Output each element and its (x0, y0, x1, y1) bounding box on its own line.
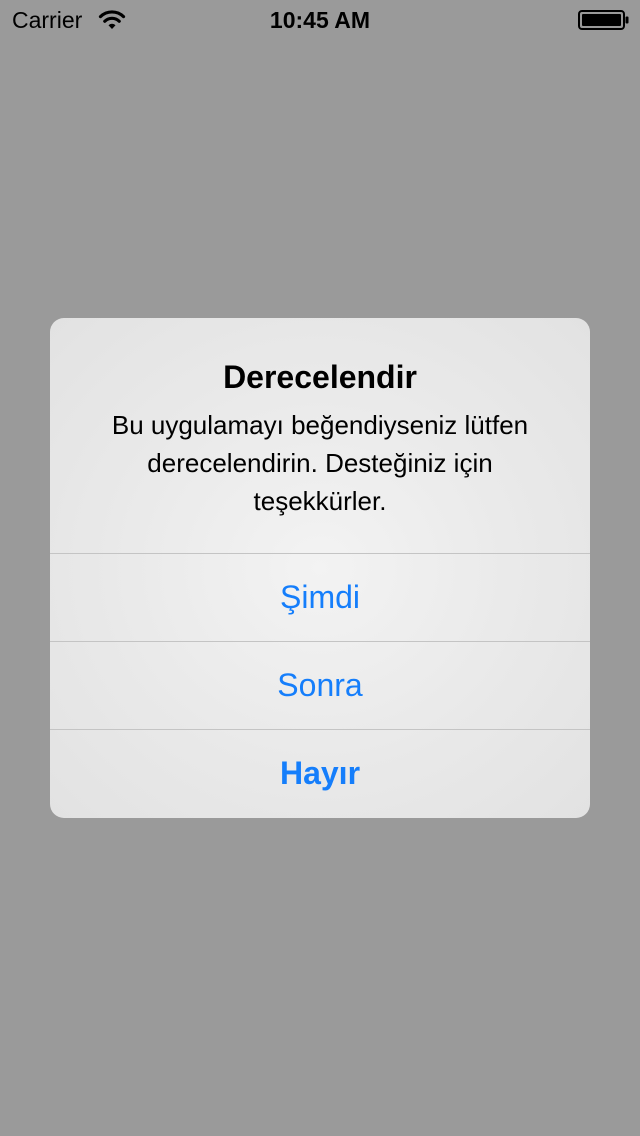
alert-message: Bu uygulamayı beğendiyseniz lütfen derec… (111, 410, 529, 516)
battery-icon (578, 10, 630, 30)
alert-title: Derecelendir (223, 359, 417, 395)
status-bar: Carrier 10:45 AM (0, 0, 640, 40)
rate-later-button[interactable]: Sonra (50, 641, 590, 729)
alert-body: Derecelendir Bu uygulamayı beğendiyseniz… (50, 318, 590, 553)
rate-now-button[interactable]: Şimdi (50, 553, 590, 641)
rate-no-button[interactable]: Hayır (50, 729, 590, 817)
rating-alert: Derecelendir Bu uygulamayı beğendiyseniz… (50, 318, 590, 818)
screen: Carrier 10:45 AM Derecelendir Bu uygulam… (0, 0, 640, 1136)
status-time: 10:45 AM (269, 7, 371, 33)
